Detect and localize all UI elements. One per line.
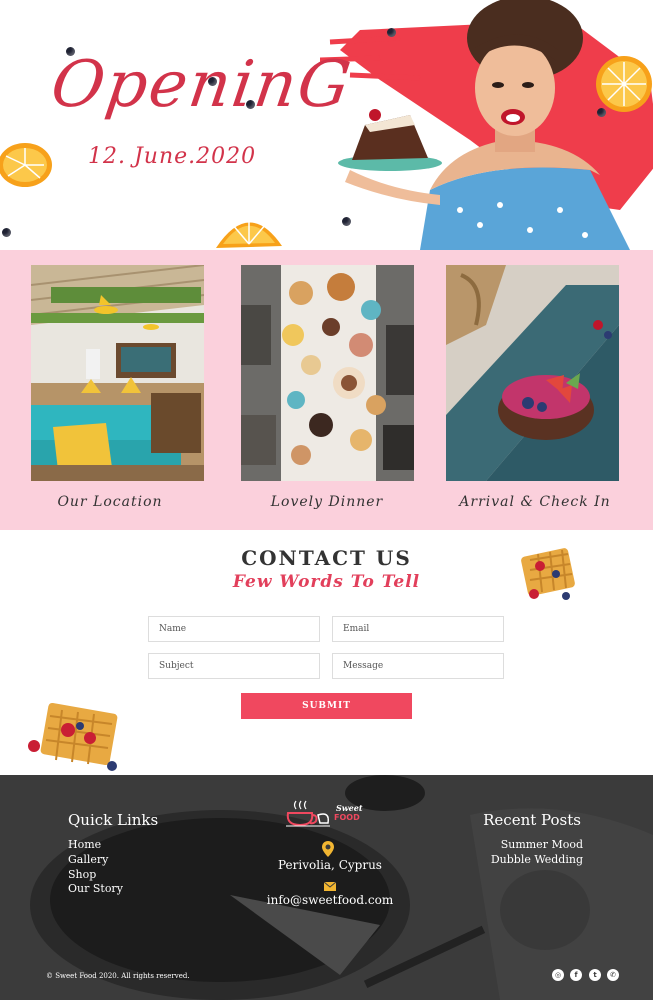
dessert-tart-image — [446, 265, 619, 481]
twitter-icon[interactable]: t — [589, 969, 601, 981]
gallery-card-location[interactable] — [31, 265, 204, 481]
gallery-card-arrival[interactable] — [446, 265, 619, 481]
waffle-decor — [28, 702, 118, 771]
footer-link-home[interactable]: Home — [68, 838, 101, 851]
recent-post-dubble-wedding[interactable]: Dubble Wedding — [491, 853, 583, 866]
location-pin-icon — [322, 841, 334, 857]
recent-posts-title: Recent Posts — [483, 811, 581, 829]
blueberry-decor — [246, 100, 255, 109]
subject-field[interactable] — [148, 653, 320, 679]
envelope-icon — [324, 882, 336, 891]
whatsapp-icon[interactable]: ✆ — [607, 969, 619, 981]
gallery-section: Our Location Lovely Dinner Arrival & Che… — [0, 250, 653, 530]
footer-email-link[interactable]: info@sweetfood.com — [0, 893, 653, 907]
blueberry-decor — [597, 108, 606, 117]
woman-with-cake-image — [338, 0, 630, 250]
hero-title: OpeninG — [46, 48, 357, 122]
gallery-label-arrival: Arrival & Check In — [459, 494, 611, 510]
blueberry-decor — [387, 28, 396, 37]
blueberry-decor — [66, 47, 75, 56]
copyright-text: © Sweet Food 2020. All rights reserved. — [46, 972, 190, 980]
restaurant-interior-image — [31, 265, 204, 481]
orange-slice-decor — [596, 56, 652, 112]
facebook-icon[interactable]: f — [570, 969, 582, 981]
waffle-decor — [521, 548, 575, 600]
logo-text-food: FOOD — [334, 813, 360, 822]
orange-slice-decor — [216, 216, 282, 248]
gallery-label-location: Our Location — [57, 494, 163, 510]
name-field[interactable] — [148, 616, 320, 642]
blueberry-decor — [208, 77, 217, 86]
gallery-label-dinner: Lovely Dinner — [270, 494, 384, 510]
recent-post-summer-mood[interactable]: Summer Mood — [501, 838, 583, 851]
gallery-card-dinner[interactable] — [241, 265, 414, 481]
submit-button[interactable]: SUBMIT — [241, 693, 412, 719]
footer: Quick Links Home Gallery Shop Our Story … — [0, 775, 653, 1000]
orange-slice-decor — [0, 143, 52, 187]
contact-section: CONTACT US Few Words To Tell SUBMIT — [0, 530, 653, 775]
logo-text-sweet: Sweet — [336, 803, 363, 813]
instagram-icon[interactable]: ◎ — [552, 969, 564, 981]
email-field[interactable] — [332, 616, 504, 642]
blueberry-decor — [2, 228, 11, 237]
blueberry-decor — [342, 217, 351, 226]
message-field[interactable] — [332, 653, 504, 679]
hero-section: OpeninG 12. June.2020 — [0, 0, 653, 250]
quick-links-title: Quick Links — [68, 811, 159, 829]
dinner-table-image — [241, 265, 414, 481]
hero-date: 12. June.2020 — [88, 144, 257, 169]
